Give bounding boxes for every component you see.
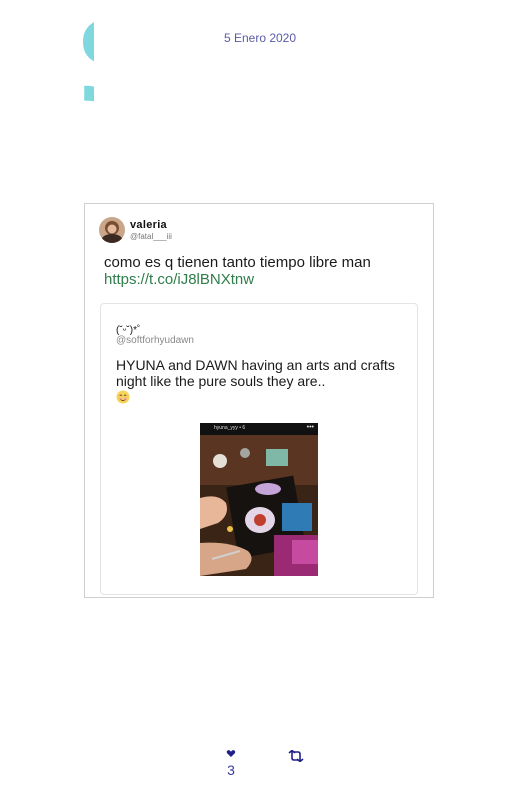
tweet-body: como es q tienen tanto tiempo libre man	[104, 254, 371, 271]
quoted-body: HYUNA and DAWN having an arts and crafts…	[116, 357, 395, 389]
tweet-text: como es q tienen tanto tiempo libre man …	[104, 254, 424, 288]
heart-icon[interactable]	[223, 747, 239, 761]
author-handle[interactable]: @fatal___iii	[130, 232, 172, 241]
avatar[interactable]	[99, 217, 125, 243]
date-label: 5 Enero 2020	[223, 31, 297, 45]
photo-image	[200, 423, 318, 576]
more-icon[interactable]: •••	[307, 424, 314, 431]
tweet-card[interactable]: valeria @fatal___iii como es q tienen ta…	[84, 203, 434, 598]
quoted-author-handle[interactable]: @softforhyudawn	[116, 335, 194, 346]
retweet-icon[interactable]	[287, 749, 305, 763]
smiling-face-icon	[116, 390, 130, 404]
photo-header: hyuna_yyy • 6 •••	[200, 423, 318, 435]
quoted-text: HYUNA and DAWN having an arts and crafts…	[116, 357, 414, 405]
photo-header-text: hyuna_yyy • 6	[214, 425, 246, 431]
like-count: 3	[227, 762, 235, 778]
quoted-tweet[interactable]: (˘ᵕ˘)*゜ @softforhyudawn HYUNA and DAWN h…	[100, 303, 418, 595]
author-name[interactable]: valeria	[130, 219, 167, 231]
page-number: 07	[2, 8, 177, 143]
tweet-link[interactable]: https://t.co/iJ8lBNXtnw	[104, 271, 254, 288]
quoted-author-name[interactable]: (˘ᵕ˘)*゜	[116, 321, 147, 336]
quoted-photo[interactable]: hyuna_yyy • 6 •••	[200, 423, 318, 576]
tweet-footer: 3	[0, 745, 520, 785]
